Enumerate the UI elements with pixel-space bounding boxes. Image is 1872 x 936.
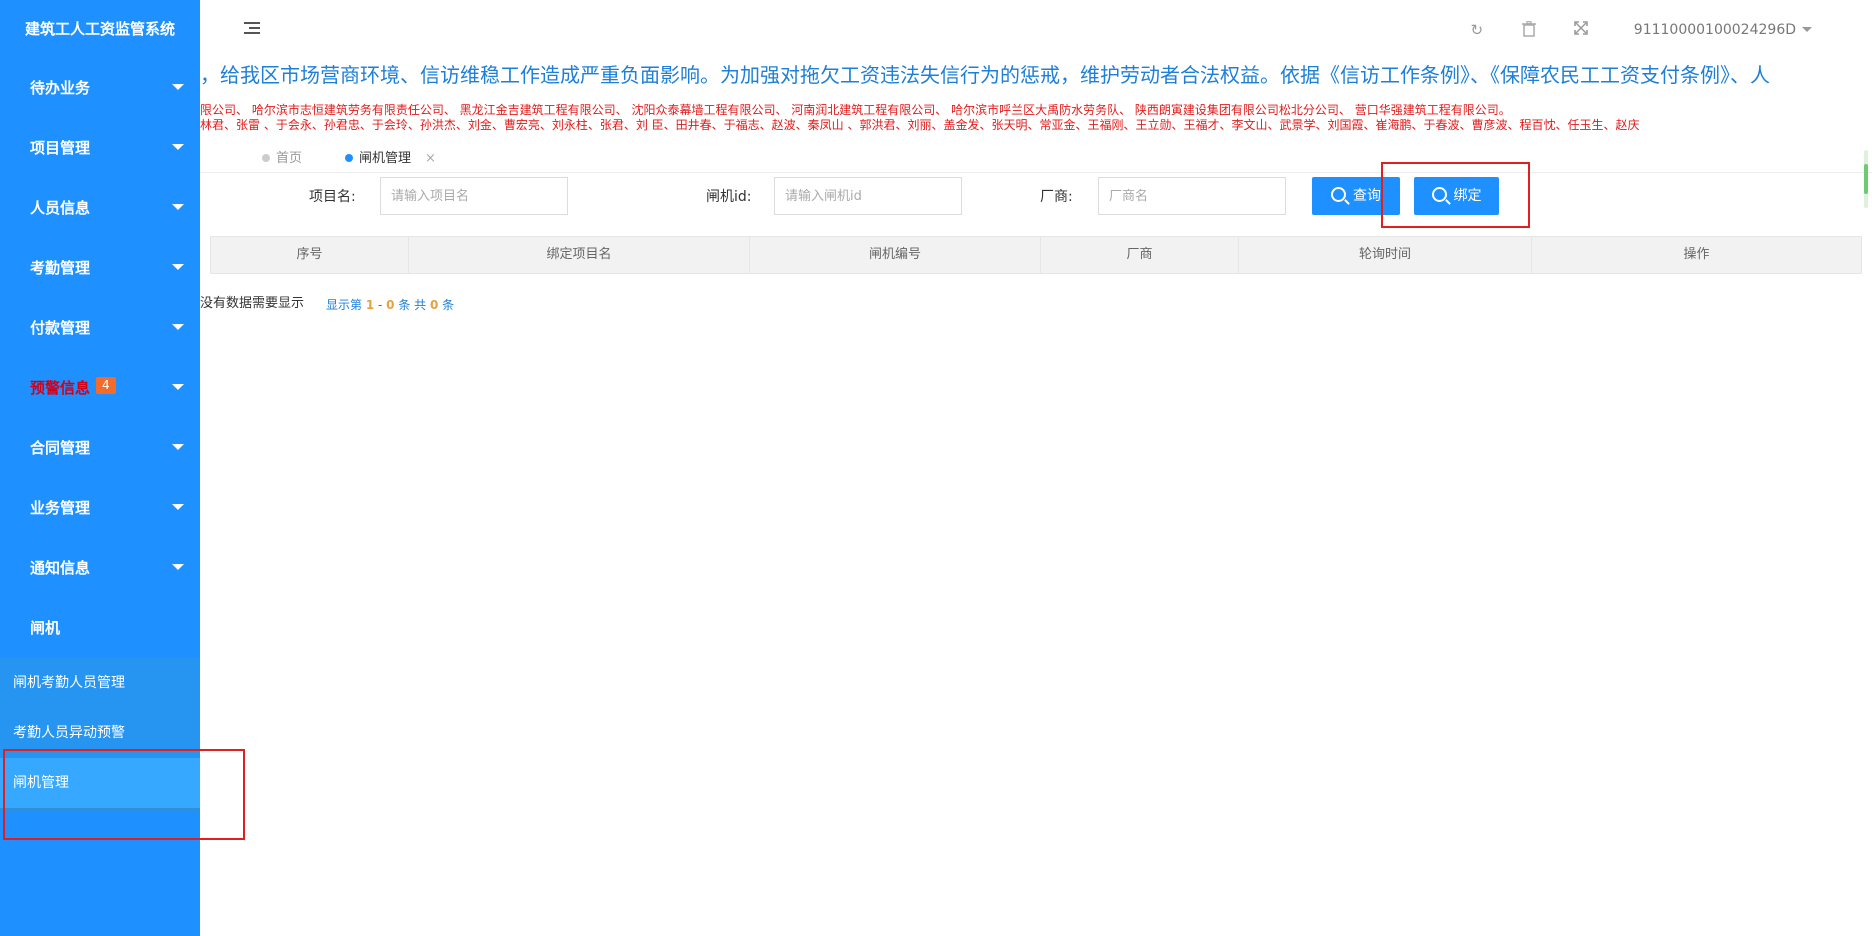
tab-label: 闸机管理 [359, 151, 412, 166]
highlight-box-bind [1381, 162, 1530, 228]
caret-down-icon [172, 204, 184, 210]
sidebar-item-todo[interactable]: 待办业务 [0, 58, 200, 118]
project-name-input[interactable] [380, 177, 568, 215]
sidebar-item-label: 待办业务 [30, 79, 91, 97]
header-actions: ↻ 91110000100024296D [1468, 18, 1812, 42]
caret-down-icon [172, 444, 184, 450]
column-header-poll-time[interactable]: 轮询时间 [1239, 237, 1532, 273]
vendor-input[interactable] [1098, 177, 1286, 215]
column-header-index[interactable]: 序号 [211, 237, 409, 273]
table-header: 序号 绑定项目名 闸机编号 厂商 轮询时间 操作 [210, 236, 1862, 274]
tab-label: 首页 [276, 151, 303, 166]
pagination-info: 显示第 1 - 0 条 共 0 条 [326, 296, 454, 313]
sidebar-item-notifications[interactable]: 通知信息 [0, 538, 200, 598]
sidebar-item-warnings[interactable]: 预警信息 4 [0, 358, 200, 418]
caret-down-icon [172, 84, 184, 90]
app-title: 建筑工人工资监管系统 [24, 20, 175, 38]
refresh-icon[interactable]: ↻ [1468, 21, 1486, 39]
sidebar-item-label: 人员信息 [30, 199, 91, 217]
account-dropdown[interactable]: 91110000100024296D [1634, 22, 1812, 38]
column-header-actions[interactable]: 操作 [1532, 237, 1861, 273]
table-empty-message: 没有数据需要显示 [200, 296, 305, 311]
gate-id-label: 闸机id: [706, 189, 752, 205]
sidebar-item-attendance[interactable]: 考勤管理 [0, 238, 200, 298]
menu-toggle-icon[interactable] [244, 22, 260, 36]
pager-text: 条 [438, 298, 455, 312]
notice-marquee-main: ，给我区市场营商环境、信访维稳工作造成严重负面影响。为加强对拖欠工资违法失信行为… [200, 63, 1770, 87]
caret-down-icon [172, 144, 184, 150]
account-id: 91110000100024296D [1633, 22, 1796, 38]
pager-text: 条 共 [394, 298, 430, 312]
pager-from: 1 [365, 298, 375, 312]
column-header-vendor[interactable]: 厂商 [1041, 237, 1239, 273]
pager-text: - [374, 298, 387, 312]
pager-text: 显示第 [326, 298, 366, 312]
tab-home[interactable]: 首页 [262, 148, 302, 170]
submenu-item-gate-attendance-personnel[interactable]: 闸机考勤人员管理 [0, 658, 200, 708]
tab-bar: 首页 闸机管理 × [200, 144, 1872, 173]
query-button-label: 查询 [1353, 188, 1381, 204]
sidebar-item-label: 业务管理 [30, 499, 91, 517]
fullscreen-icon[interactable] [1572, 21, 1590, 39]
column-header-project[interactable]: 绑定项目名 [409, 237, 750, 273]
caret-down-icon [172, 384, 184, 390]
sidebar-item-label: 预警信息 [30, 379, 91, 397]
sidebar-item-business[interactable]: 业务管理 [0, 478, 200, 538]
sidebar-item-contracts[interactable]: 合同管理 [0, 418, 200, 478]
caret-down-icon [172, 324, 184, 330]
tab-dot-icon [262, 154, 270, 162]
pager-to: 0 [386, 298, 395, 312]
caret-down-icon [172, 504, 184, 510]
gate-id-input[interactable] [774, 177, 962, 215]
chevron-down-icon [1802, 27, 1812, 32]
sidebar-item-label: 付款管理 [30, 319, 91, 337]
sidebar-item-payment[interactable]: 付款管理 [0, 298, 200, 358]
highlight-box-submenu [3, 749, 245, 840]
sidebar-item-label: 通知信息 [30, 559, 91, 577]
close-icon[interactable]: × [425, 151, 436, 166]
sidebar-item-projects[interactable]: 项目管理 [0, 118, 200, 178]
caret-down-icon [172, 264, 184, 270]
scroll-indicator[interactable] [1864, 150, 1868, 208]
top-header: ↻ 91110000100024296D [200, 0, 1872, 58]
column-header-gate-number[interactable]: 闸机编号 [750, 237, 1041, 273]
sidebar-item-personnel[interactable]: 人员信息 [0, 178, 200, 238]
sidebar-item-label: 项目管理 [30, 139, 91, 157]
sidebar-item-label: 合同管理 [30, 439, 91, 457]
trash-icon[interactable] [1520, 21, 1538, 39]
project-name-label: 项目名: [309, 189, 356, 205]
tab-gate-management[interactable]: 闸机管理 × [345, 148, 436, 170]
caret-down-icon [172, 564, 184, 570]
notice-marquee-companies: 限公司、 哈尔滨市志恒建筑劳务有限责任公司、 黑龙江金吉建筑工程有限公司、 沈阳… [200, 103, 1511, 117]
tab-dot-icon [345, 154, 353, 162]
sidebar-item-gate[interactable]: 闸机 [0, 598, 200, 658]
notice-marquee-names: 林君、张雷 、于会永、孙君忠、于会玲、孙洪杰、刘金、曹宏亮、刘永柱、张君、刘 臣… [200, 118, 1640, 132]
search-icon [1331, 187, 1346, 202]
sidebar-item-label: 考勤管理 [30, 259, 91, 277]
vendor-label: 厂商: [1040, 189, 1073, 205]
sidebar-item-label: 闸机 [30, 619, 61, 637]
warning-count-badge: 4 [96, 377, 116, 394]
